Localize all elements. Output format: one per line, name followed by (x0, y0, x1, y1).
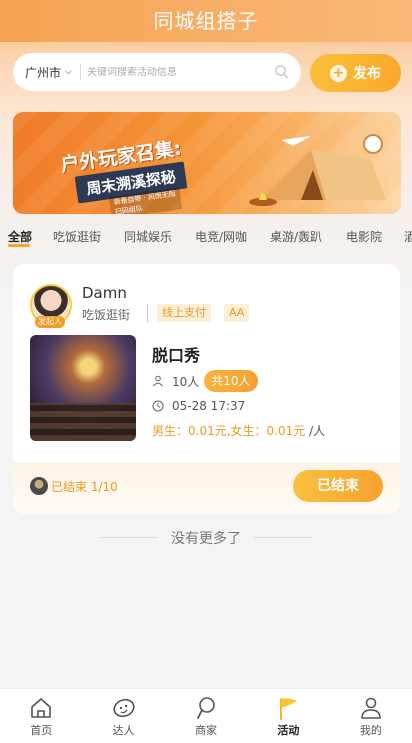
tabbar-item-home[interactable]: 首页 (0, 689, 82, 743)
tab-esports[interactable]: 电竞/网咖 (195, 228, 247, 245)
price-unit: /人 (309, 424, 326, 438)
active-tab-indicator (8, 244, 30, 247)
category-tabs: 全部 吃饭逛街 同城娱乐 电竞/网咖 桌游/轰趴 电影院 酒 (0, 222, 412, 254)
publish-label: 发布 (353, 66, 381, 82)
search-divider (79, 64, 81, 80)
activity-category: 吃饭逛街 (82, 308, 131, 322)
person-icon (153, 375, 163, 387)
page-title: 同城组搭子 (0, 0, 412, 42)
event-datetime: 05-28 17:37 (172, 399, 246, 413)
status-text: 已结束 1/10 (51, 480, 118, 494)
datetime-row: 05-28 17:37 (152, 399, 245, 413)
tab-local-entertainment[interactable]: 同城娱乐 (124, 228, 172, 245)
publish-button[interactable]: + 发布 (310, 54, 401, 92)
total-people-badge: 共10人 (204, 370, 258, 392)
banner-tagline-2: 扫码组队 (114, 204, 144, 214)
initiator-badge: 发起人 (35, 316, 65, 328)
star-face-icon (113, 698, 135, 718)
people-count: 10人 (172, 374, 200, 389)
tabbar-label-activity: 活动 (277, 724, 300, 737)
search-icon[interactable] (274, 64, 289, 79)
tag-online-payment: 线上支付 (157, 304, 211, 322)
tabbar-item-me[interactable]: 我的 (330, 689, 412, 743)
username: Damn (82, 284, 127, 302)
event-photo[interactable] (30, 335, 136, 441)
plus-icon: + (330, 64, 347, 82)
photo-audience (30, 403, 136, 441)
city-selector[interactable]: 广州市 ⌵ (13, 64, 72, 81)
user-icon (361, 697, 381, 719)
city-label: 广州市 (25, 65, 62, 80)
promo-banner[interactable]: 户外玩家召集: 周末溯溪探秘 装备自带 · 风雨无阻 扫码组队 (13, 112, 401, 214)
tabbar-label-shop: 商家 (195, 724, 218, 737)
tabbar-item-shop[interactable]: 商家 (165, 689, 247, 743)
tabbar-item-talent[interactable]: 达人 (82, 689, 164, 743)
list-end-text: 没有更多了 (171, 531, 241, 547)
tabbar-label-me: 我的 (359, 724, 382, 737)
tab-all[interactable]: 全部 (8, 228, 32, 245)
people-row: 10人 共10人 (152, 370, 258, 392)
tag-aa: AA (224, 304, 250, 322)
tent-illustration (249, 134, 386, 206)
tab-boardgames[interactable]: 桌游/轰趴 (270, 228, 322, 245)
clock-icon (152, 400, 164, 412)
shop-pin-icon (197, 697, 215, 719)
search-box: 广州市 ⌵ (13, 53, 301, 91)
tabbar-label-home: 首页 (30, 724, 53, 737)
tab-more[interactable]: 酒 (404, 228, 412, 245)
flag-icon (280, 698, 298, 720)
divider-right (254, 537, 312, 538)
search-row: 广州市 ⌵ + 发布 (13, 53, 401, 93)
price-row: 男生：0.01元,女生：0.01元 /人 (152, 422, 325, 439)
search-input[interactable] (86, 66, 262, 78)
tab-cinema[interactable]: 电影院 (346, 228, 382, 245)
ended-button[interactable]: 已结束 (293, 470, 383, 502)
bottom-tabbar: 首页 达人 商家 活动 我的 (0, 688, 412, 743)
activity-card[interactable]: 发起人 Damn 吃饭逛街 线上支付 AA 脱口秀 10人 共10人 05-28… (13, 264, 400, 514)
category-divider (147, 304, 148, 322)
price-text: 男生：0.01元,女生：0.01元 (152, 424, 306, 438)
participant-avatar (30, 477, 48, 495)
tabbar-label-talent: 达人 (112, 724, 135, 737)
tab-food-shopping[interactable]: 吃饭逛街 (53, 228, 101, 245)
card-footer: 已结束 1/10 已结束 (13, 462, 400, 514)
chevron-down-icon: ⌵ (65, 67, 72, 77)
home-icon (31, 698, 52, 718)
tabbar-item-activity[interactable]: 活动 (247, 689, 329, 743)
event-title: 脱口秀 (152, 346, 201, 365)
